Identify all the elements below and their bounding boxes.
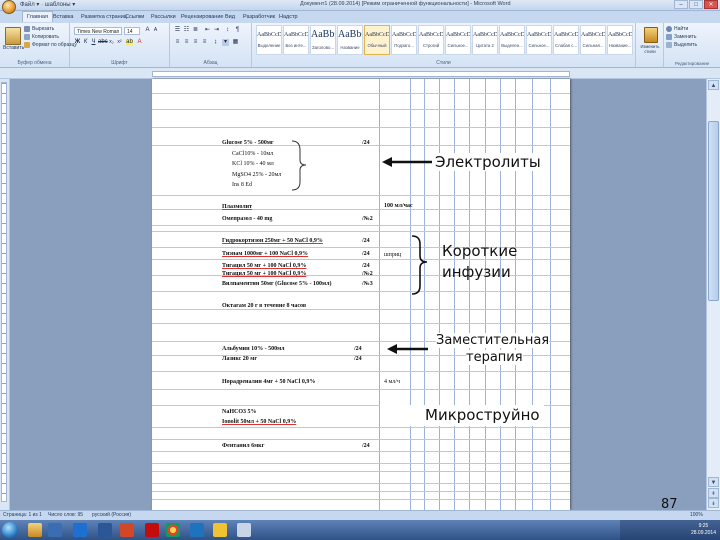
microstream-label: Микроструйно	[425, 406, 540, 424]
short-infusions-label-line1: Короткие	[442, 242, 518, 260]
page-count[interactable]: Страница: 1 из 1	[3, 512, 42, 518]
vertical-scrollbar[interactable]: ▲ ▼ ⇞ ⇟	[706, 79, 720, 510]
prev-page-icon[interactable]: ⇞	[708, 488, 719, 498]
folder-icon[interactable]	[213, 523, 227, 537]
electrolytes-label: Электролиты	[433, 153, 543, 171]
electrolytes-arrow	[382, 157, 432, 167]
powerpoint-icon[interactable]	[120, 523, 134, 537]
word-icon[interactable]	[98, 523, 112, 537]
explorer-icon[interactable]	[28, 523, 42, 537]
language-indicator[interactable]: русский (Россия)	[92, 512, 131, 518]
short-infusions-label-line2: инфузии	[442, 263, 511, 281]
annotation-overlay	[291, 140, 544, 426]
office-button[interactable]	[2, 0, 16, 14]
next-page-icon[interactable]: ⇟	[708, 498, 719, 508]
scroll-up-icon[interactable]: ▲	[708, 80, 719, 90]
app-icon[interactable]	[237, 523, 251, 537]
scrollbar-thumb[interactable]	[708, 121, 719, 301]
media-icon[interactable]	[48, 523, 62, 537]
short-infusions-bracket	[411, 235, 428, 295]
taskbar: 9:25 28.09.2014	[0, 520, 720, 540]
clock-time: 9:25	[698, 523, 709, 529]
status-bar: Страница: 1 из 1 Число слов: 95 русский …	[0, 510, 720, 520]
electrolytes-brace	[291, 140, 307, 191]
chrome-icon[interactable]	[166, 523, 180, 537]
skype-icon[interactable]	[73, 523, 87, 537]
start-button[interactable]	[2, 522, 18, 538]
clock-date: 28.09.2014	[690, 530, 716, 536]
replacement-arrow	[387, 344, 428, 354]
system-tray: 9:25 28.09.2014	[620, 520, 720, 540]
clock[interactable]: 9:25 28.09.2014	[691, 523, 716, 537]
browser-icon[interactable]	[190, 523, 204, 537]
zoom-level[interactable]: 100%	[690, 512, 703, 518]
scroll-down-icon[interactable]: ▼	[708, 477, 719, 487]
replacement-therapy-label-line2: терапия	[466, 350, 523, 365]
pdf-reader-icon[interactable]	[145, 523, 159, 537]
word-count[interactable]: Число слов: 95	[48, 512, 83, 518]
replacement-therapy-label-line1: Заместительная	[436, 333, 550, 348]
